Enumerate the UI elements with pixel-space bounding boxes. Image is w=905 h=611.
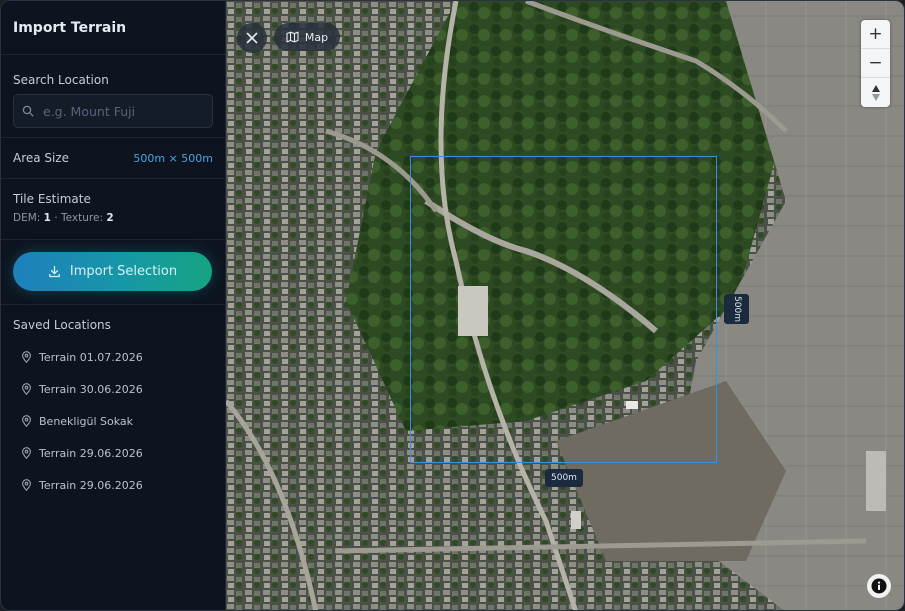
tile-estimate-section: Tile Estimate DEM: 1 · Texture: 2	[1, 179, 225, 240]
selection-height-text: 500m	[731, 296, 742, 322]
download-icon	[49, 265, 60, 278]
compass-button[interactable]	[861, 78, 890, 107]
area-size-value: 500m × 500m	[133, 151, 213, 165]
dem-label: DEM:	[13, 212, 41, 224]
map-style-button[interactable]: Map	[274, 23, 340, 51]
area-size-label: Area Size	[13, 151, 70, 165]
map-icon	[286, 31, 299, 43]
satellite-map[interactable]: Map + − 500m 500m	[226, 1, 904, 610]
saved-location-label: Terrain 29.06.2026	[39, 446, 143, 460]
info-button[interactable]	[867, 574, 891, 598]
saved-location-label: Benekligül Sokak	[39, 414, 134, 428]
saved-locations-label: Saved Locations	[13, 318, 111, 332]
saved-locations: Saved Locations Terrain 01.07.2026 Terra…	[1, 305, 225, 501]
import-terrain-window: Import Terrain Search Location Area Size…	[0, 0, 905, 611]
compass-icon	[871, 84, 880, 101]
saved-location-item[interactable]: Terrain 29.06.2026	[13, 437, 213, 469]
sidebar: Import Terrain Search Location Area Size…	[1, 1, 226, 610]
zoom-controls: + −	[861, 20, 890, 107]
saved-location-item[interactable]: Benekligül Sokak	[13, 405, 213, 437]
close-button[interactable]	[237, 23, 267, 53]
panel-title: Import Terrain	[1, 1, 225, 55]
saved-location-item[interactable]: Terrain 30.06.2026	[13, 373, 213, 405]
search-icon	[22, 105, 34, 117]
saved-locations-list: Terrain 01.07.2026 Terrain 30.06.2026 Be…	[13, 341, 213, 501]
import-selection-button[interactable]: Import Selection	[13, 252, 212, 291]
map-style-label: Map	[304, 30, 329, 44]
separator: ·	[54, 212, 58, 224]
import-selection-label: Import Selection	[69, 264, 178, 279]
search-section: Search Location	[1, 55, 225, 138]
zoom-in-button[interactable]: +	[861, 20, 890, 49]
saved-location-label: Terrain 30.06.2026	[39, 382, 143, 396]
selection-height-label: 500m	[724, 294, 749, 324]
texture-value: 2	[106, 212, 114, 224]
selection-width-label: 500m	[545, 469, 583, 487]
dem-value: 1	[43, 212, 51, 224]
pin-icon	[22, 383, 31, 395]
info-icon	[871, 578, 887, 594]
area-size-row: Area Size 500m × 500m	[1, 138, 225, 179]
tile-estimate-label: Tile Estimate	[13, 192, 91, 206]
search-input[interactable]	[43, 103, 203, 119]
saved-location-item[interactable]: Terrain 29.06.2026	[13, 469, 213, 501]
tile-estimate-values: DEM: 1 · Texture: 2	[13, 212, 213, 224]
texture-label: Texture:	[61, 212, 103, 224]
pin-icon	[22, 415, 31, 427]
search-label: Search Location	[13, 73, 109, 87]
pin-icon	[22, 351, 31, 363]
saved-location-label: Terrain 01.07.2026	[39, 350, 143, 364]
saved-location-label: Terrain 29.06.2026	[39, 478, 143, 492]
close-icon	[246, 32, 258, 44]
saved-location-item[interactable]: Terrain 01.07.2026	[13, 341, 213, 373]
selection-box[interactable]	[410, 156, 717, 463]
import-section: Import Selection	[1, 240, 225, 305]
search-box[interactable]	[13, 94, 213, 128]
pin-icon	[22, 447, 31, 459]
pin-icon	[22, 479, 31, 491]
zoom-out-button[interactable]: −	[861, 49, 890, 78]
